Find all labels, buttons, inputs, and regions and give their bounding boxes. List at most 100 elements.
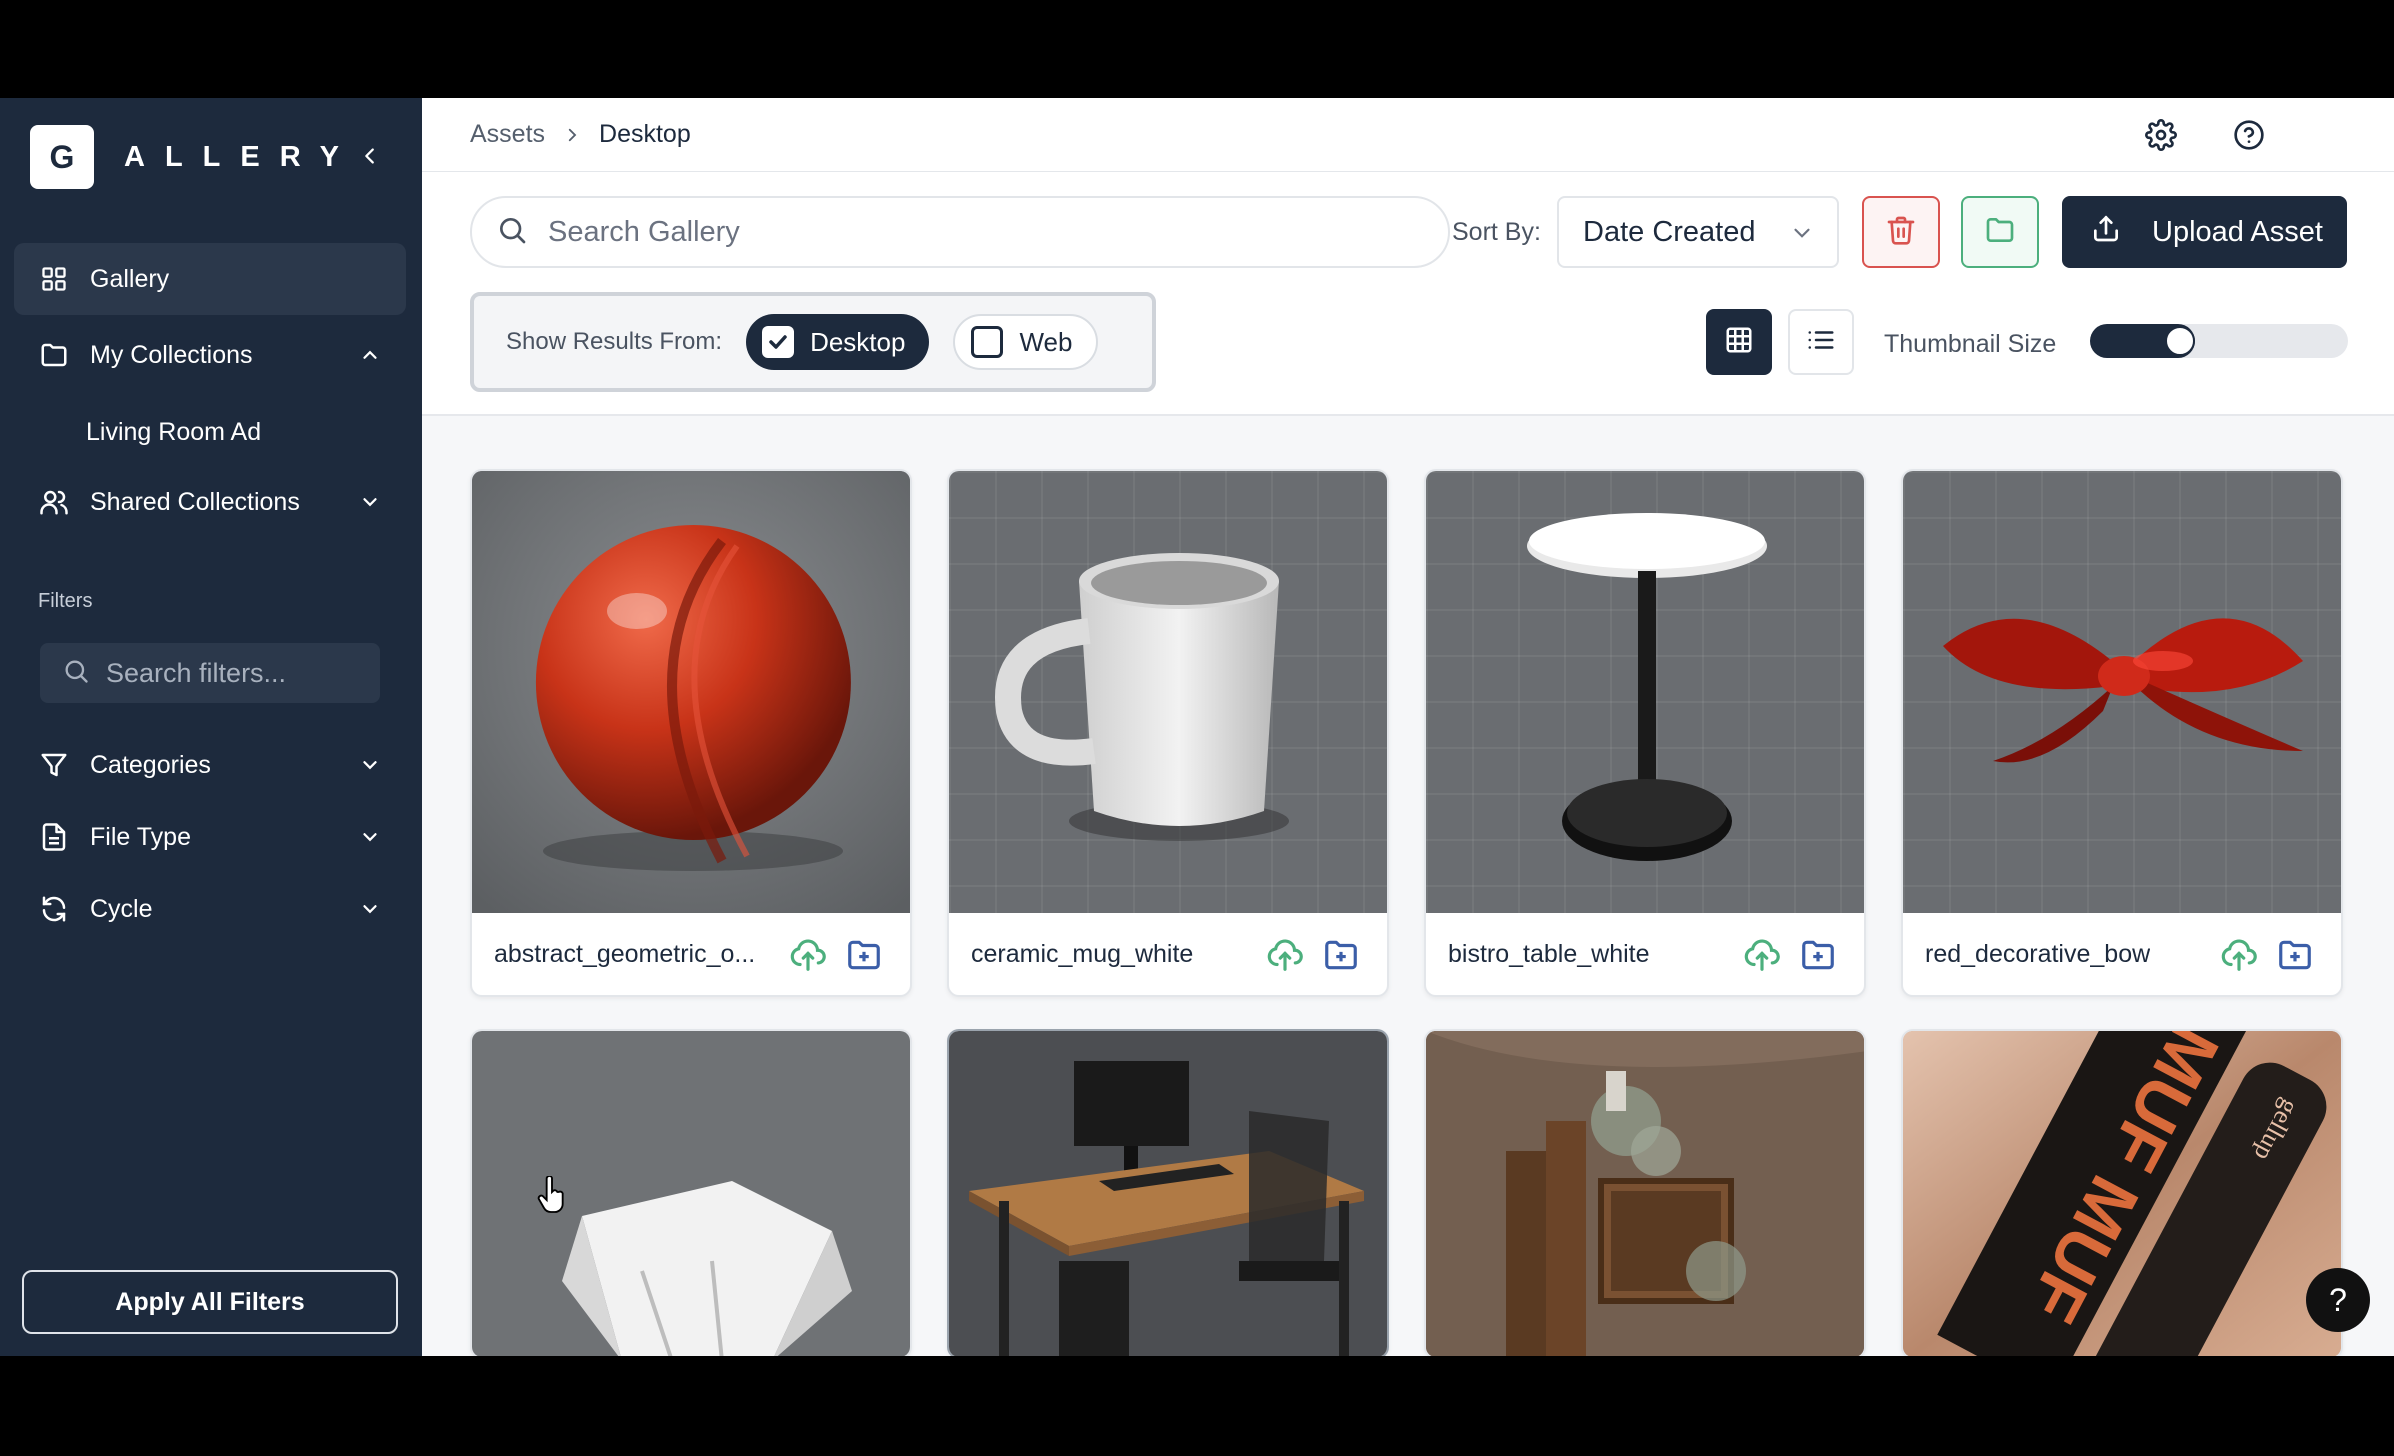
checkbox-checked-icon: [762, 326, 795, 358]
filter-search-input[interactable]: [106, 657, 366, 689]
brand-name: ALLERY: [124, 140, 359, 173]
asset-card[interactable]: ceramic_mug_white: [947, 469, 1389, 997]
help-fab-button[interactable]: ?: [2306, 1268, 2370, 1332]
delete-button[interactable]: [1862, 196, 1940, 268]
sort-label: Sort By:: [1452, 218, 1541, 246]
slider-handle[interactable]: [2165, 326, 2195, 356]
sidebar-item-label: Shared Collections: [90, 487, 300, 516]
asset-name: abstract_geometric_o...: [494, 939, 756, 968]
cloud-upload-icon[interactable]: [1742, 935, 1782, 975]
upload-icon: [2090, 212, 2122, 252]
sort-value: Date Created: [1583, 215, 1756, 248]
search-input[interactable]: [548, 215, 1428, 249]
list-icon: [1806, 325, 1836, 360]
asset-card[interactable]: bistro_table_white: [1424, 469, 1866, 997]
asset-card-footer: bistro_table_white: [1426, 913, 1864, 995]
sidebar-item-label: Gallery: [90, 264, 170, 293]
asset-card[interactable]: [947, 1029, 1389, 1356]
chevron-up-icon[interactable]: [356, 341, 384, 369]
sort-dropdown[interactable]: Date Created: [1557, 196, 1839, 268]
asset-card-footer: red_decorative_bow: [1903, 913, 2341, 995]
chevron-down-icon[interactable]: [356, 488, 384, 516]
source-label: Desktop: [810, 326, 906, 357]
filter-group-label: File Type: [90, 822, 191, 851]
main-content: Assets Desktop Sort By: Da: [422, 98, 2394, 1356]
source-web-toggle[interactable]: Web: [953, 314, 1099, 370]
app-window: G ALLERY Gallery My Collections Living R…: [0, 98, 2394, 1356]
asset-thumbnail: MUF MUF gellup: [1903, 1031, 2341, 1356]
folder-plus-icon[interactable]: [844, 935, 884, 975]
list-view-button[interactable]: [1788, 309, 1854, 375]
breadcrumb-desktop: Desktop: [599, 120, 691, 148]
new-folder-button[interactable]: [1961, 196, 2039, 268]
filter-group-label: Cycle: [90, 894, 153, 923]
filter-group-file-type[interactable]: File Type: [14, 801, 406, 873]
asset-thumbnail: [949, 471, 1387, 913]
chevron-right-icon: [563, 126, 581, 144]
chevron-down-icon: [1789, 220, 1815, 246]
filters-heading: Filters: [38, 590, 93, 612]
top-bar: Assets Desktop: [422, 98, 2394, 172]
results-source-filter: Show Results From: Desktop Web: [470, 292, 1156, 392]
search-icon: [496, 214, 528, 251]
chevron-down-icon[interactable]: [356, 751, 384, 779]
checkbox-empty-icon: [971, 326, 1004, 358]
grid-view-button[interactable]: [1706, 309, 1772, 375]
brand: G ALLERY: [30, 125, 359, 189]
upload-asset-label: Upload Asset: [2152, 215, 2323, 248]
chevron-down-icon[interactable]: [356, 823, 384, 851]
collection-living-room-ad[interactable]: Living Room Ad: [86, 418, 261, 447]
logo: G: [30, 125, 94, 189]
asset-thumbnail: [472, 471, 910, 913]
help-circle-icon[interactable]: [2230, 116, 2268, 154]
chevron-down-icon[interactable]: [356, 895, 384, 923]
asset-name: bistro_table_white: [1448, 939, 1650, 968]
breadcrumb-assets[interactable]: Assets: [470, 120, 545, 149]
results-label: Show Results From:: [506, 328, 723, 355]
sidebar: G ALLERY Gallery My Collections Living R…: [0, 98, 422, 1356]
asset-name: ceramic_mug_white: [971, 939, 1194, 968]
hand-cursor-icon: [536, 1175, 568, 1221]
cloud-upload-icon[interactable]: [1265, 935, 1305, 975]
filter-icon: [38, 749, 70, 781]
filter-group-cycle[interactable]: Cycle: [14, 873, 406, 945]
asset-thumbnail: [1426, 1031, 1864, 1356]
grid-icon: [38, 263, 70, 295]
cloud-upload-icon[interactable]: [788, 935, 828, 975]
breadcrumb: Assets Desktop: [470, 120, 691, 149]
asset-card-footer: ceramic_mug_white: [949, 913, 1387, 995]
collapse-sidebar-icon[interactable]: [354, 140, 386, 172]
search-icon: [62, 657, 90, 690]
asset-card[interactable]: MUF MUF gellup: [1901, 1029, 2343, 1356]
asset-thumbnail: [1903, 471, 2341, 913]
asset-card[interactable]: [1424, 1029, 1866, 1356]
folder-plus-icon[interactable]: [2275, 935, 2315, 975]
folder-icon: [1984, 214, 2016, 251]
file-icon: [38, 821, 70, 853]
upload-asset-button[interactable]: Upload Asset: [2062, 196, 2347, 268]
sidebar-item-my-collections[interactable]: My Collections: [14, 319, 406, 391]
asset-thumbnail: [1426, 471, 1864, 913]
folder-plus-icon[interactable]: [1798, 935, 1838, 975]
asset-card[interactable]: abstract_geometric_o...: [470, 469, 912, 997]
apply-filters-button[interactable]: Apply All Filters: [22, 1270, 398, 1334]
refresh-icon: [38, 893, 70, 925]
grid-icon: [1724, 325, 1754, 360]
filter-group-label: Categories: [90, 750, 211, 779]
users-icon: [38, 486, 70, 518]
filter-group-categories[interactable]: Categories: [14, 729, 406, 801]
sidebar-item-shared-collections[interactable]: Shared Collections: [14, 466, 406, 538]
thumbnail-size-slider[interactable]: [2090, 324, 2348, 358]
cloud-upload-icon[interactable]: [2219, 935, 2259, 975]
sidebar-item-gallery[interactable]: Gallery: [14, 243, 406, 315]
source-desktop-toggle[interactable]: Desktop: [746, 314, 930, 370]
folder-icon: [38, 339, 70, 371]
folder-plus-icon[interactable]: [1321, 935, 1361, 975]
thumbnail-size-label: Thumbnail Size: [1884, 330, 2057, 358]
asset-name: red_decorative_bow: [1925, 939, 2151, 968]
filter-search-box: [40, 643, 380, 703]
gear-icon[interactable]: [2142, 116, 2180, 154]
asset-card[interactable]: red_decorative_bow: [1901, 469, 2343, 997]
asset-card-footer: abstract_geometric_o...: [472, 913, 910, 995]
toolbar: Sort By: Date Created: [422, 172, 2394, 416]
